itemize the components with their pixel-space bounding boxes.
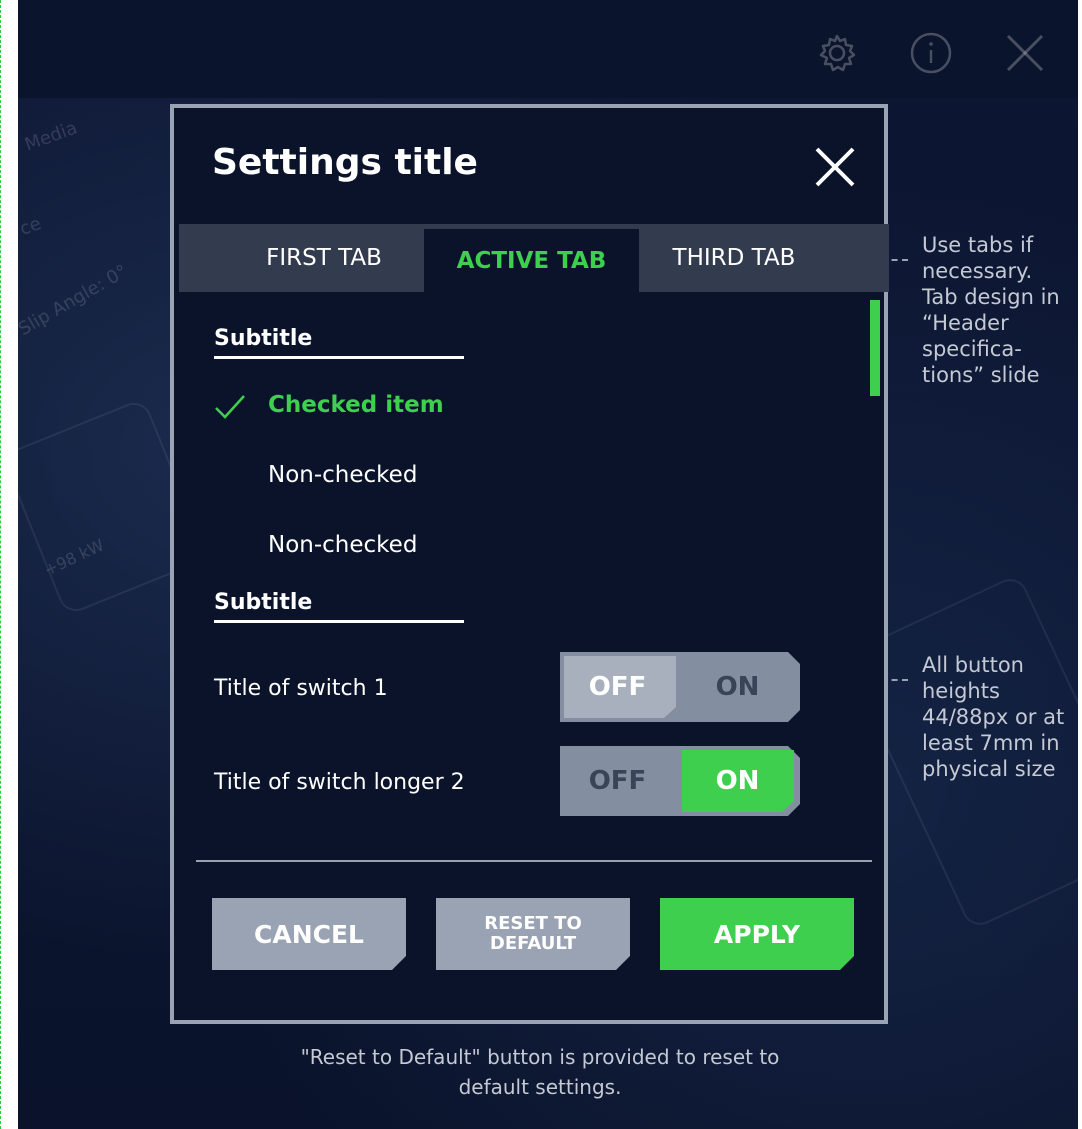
tab-active[interactable]: ACTIVE TAB bbox=[424, 229, 639, 292]
close-icon bbox=[815, 147, 855, 187]
list-item[interactable]: Non-checked bbox=[268, 462, 417, 488]
checked-item[interactable]: Checked item bbox=[268, 392, 444, 418]
list-item[interactable]: Non-checked bbox=[268, 532, 417, 558]
background-label: ce bbox=[18, 213, 44, 240]
tabs-annotation: Use tabs if necessary. Tab design in “He… bbox=[922, 233, 1060, 387]
background-label: Media bbox=[22, 117, 81, 156]
apply-button[interactable]: APPLY bbox=[660, 898, 854, 970]
toggle-switch-2[interactable]: OFF ON bbox=[560, 746, 800, 816]
tab-third[interactable]: THIRD TAB bbox=[639, 224, 829, 292]
switch-title: Title of switch longer 2 bbox=[214, 770, 465, 795]
subtitle-underline bbox=[214, 356, 464, 359]
checkmark-icon bbox=[215, 395, 245, 419]
cancel-button[interactable]: CANCEL bbox=[212, 898, 406, 970]
subtitle-underline bbox=[214, 620, 464, 623]
info-icon[interactable] bbox=[908, 30, 954, 76]
dialog-title: Settings title bbox=[212, 142, 478, 183]
settings-dialog: Settings title FIRST TAB ACTIVE TAB THIR… bbox=[170, 104, 889, 1024]
toggle-switch-1[interactable]: OFF ON bbox=[560, 652, 800, 722]
switch-title: Title of switch 1 bbox=[214, 676, 388, 701]
switch-on-label: ON bbox=[715, 672, 760, 702]
switch-off-label: OFF bbox=[588, 672, 647, 702]
gear-icon[interactable] bbox=[814, 30, 860, 76]
dialog-close-button[interactable] bbox=[812, 144, 858, 190]
buttons-annotation: All button heights 44/88px or at least 7… bbox=[922, 653, 1065, 781]
reset-footnote: "Reset to Default" button is provided to… bbox=[300, 1045, 780, 1099]
switch-off-label: OFF bbox=[588, 766, 647, 796]
page-edge-guide bbox=[0, 0, 2, 1129]
top-bar bbox=[18, 0, 1078, 98]
section-subtitle: Subtitle bbox=[214, 326, 313, 351]
tab-bar: FIRST TAB ACTIVE TAB THIRD TAB bbox=[179, 224, 889, 292]
reset-to-default-button[interactable]: RESET TO DEFAULT bbox=[436, 898, 630, 970]
footer-divider bbox=[196, 860, 872, 862]
section-subtitle: Subtitle bbox=[214, 590, 313, 615]
switch-on-label: ON bbox=[715, 766, 760, 796]
background-label: Slip Angle: 0° bbox=[18, 260, 132, 341]
scrollbar-thumb[interactable] bbox=[870, 300, 880, 396]
close-icon[interactable] bbox=[1002, 30, 1048, 76]
tab-first[interactable]: FIRST TAB bbox=[219, 224, 429, 292]
